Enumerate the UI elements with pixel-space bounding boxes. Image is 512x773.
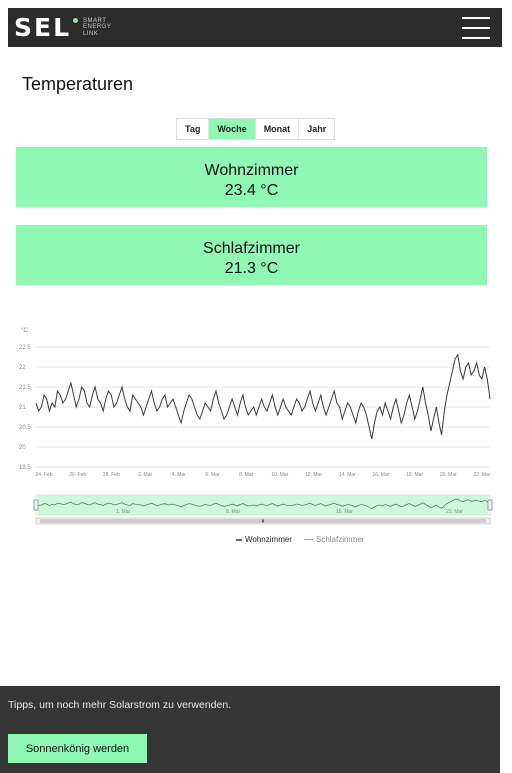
y-tick-label: 21	[19, 405, 26, 411]
legend-item-wohnzimmer[interactable]: Wohnzimmer	[236, 535, 292, 544]
room-name: Schlafzimmer	[203, 240, 300, 257]
y-tick-label: 22.5	[19, 345, 31, 351]
legend-swatch	[303, 539, 313, 540]
x-tick-label: 8. Mar	[239, 472, 254, 478]
brand-tagline: SMART ENERGY LINK	[83, 17, 112, 37]
x-tick-label: 2. Mar	[138, 472, 153, 478]
brand-wordmark: SEL	[14, 13, 72, 42]
footer-banner: Tipps, um noch mehr Solarstrom zu verwen…	[0, 686, 500, 773]
x-tick-label: 6. Mar	[205, 472, 220, 478]
footer-tip-text: Tipps, um noch mehr Solarstrom zu verwen…	[8, 699, 232, 711]
y-tick-label: 20	[19, 445, 26, 451]
y-tick-label: 19.5	[19, 465, 31, 471]
navigator-label: 22. Mar	[446, 509, 463, 515]
x-tick-label: 10. Mar	[271, 472, 288, 478]
x-tick-label: 22. Mar	[474, 472, 491, 478]
room-name: Wohnzimmer	[204, 162, 299, 179]
navigator-handle-left	[33, 499, 39, 511]
x-tick-label: 16. Mar	[372, 472, 389, 478]
tab-jahr[interactable]: Jahr	[299, 119, 335, 139]
y-tick-label: 21.5	[19, 385, 31, 391]
x-tick-label: 4. Mar	[172, 472, 187, 478]
period-tabs: Tag Woche Monat Jahr	[176, 118, 336, 140]
x-tick-label: 28. Feb	[103, 472, 120, 478]
chart-legend: Wohnzimmer Schlafzimmer	[236, 535, 364, 544]
navigator-label: 15. Mar	[336, 509, 353, 515]
navigator-scrollbar-grip-icon	[262, 519, 264, 523]
y-tick-label: 20.5	[19, 425, 31, 431]
navigator-handle-right	[487, 499, 493, 511]
legend-swatch	[236, 538, 242, 541]
tab-tag[interactable]: Tag	[177, 119, 210, 139]
y-tick-label: 22	[19, 365, 26, 371]
navigator-selection	[38, 495, 488, 515]
tab-woche[interactable]: Woche	[209, 119, 256, 139]
sonnenkoenig-button[interactable]: Sonnenkönig werden	[8, 734, 147, 763]
x-tick-label: 26. Feb	[69, 472, 86, 478]
brand-dot-icon	[73, 18, 79, 23]
room-temperature: 23.4 °C	[224, 182, 279, 199]
x-tick-label: 12. Mar	[305, 472, 322, 478]
navigator-label: 1. Mar	[116, 509, 131, 515]
temperature-chart-svg[interactable]: °C 22.5 22 21.5 21 20.5 20 19.5 24. Feb 26. Feb 28…	[10, 315, 500, 535]
navigator-label: 8. Mar	[226, 509, 241, 515]
room-temperature: 21.3 °C	[224, 260, 279, 277]
page-title: Temperaturen	[22, 74, 134, 94]
temperature-chart[interactable]: °C 22.5 22 21.5 21 20.5 20 19.5 24. Feb 26. Feb 28…	[10, 315, 500, 555]
top-bar: SEL SMART ENERGY LINK	[8, 8, 502, 47]
series-line-wohnzimmer	[35, 353, 491, 440]
x-tick-label: 14. Mar	[339, 472, 356, 478]
room-card-wohnzimmer[interactable]: Wohnzimmer 23.4 °C	[16, 147, 487, 207]
x-tick-label: 20. Mar	[440, 472, 457, 478]
room-card-schlafzimmer[interactable]: Schlafzimmer 21.3 °C	[16, 225, 487, 285]
x-tick-label: 18. Mar	[406, 472, 423, 478]
tab-monat[interactable]: Monat	[255, 119, 300, 139]
x-tick-label: 24. Feb	[36, 472, 53, 478]
hamburger-menu-icon[interactable]	[462, 16, 490, 39]
legend-item-schlafzimmer[interactable]: Schlafzimmer	[303, 535, 364, 544]
brand-logo[interactable]: SEL SMART ENERGY LINK	[14, 15, 111, 40]
y-axis-unit: °C	[21, 328, 28, 334]
